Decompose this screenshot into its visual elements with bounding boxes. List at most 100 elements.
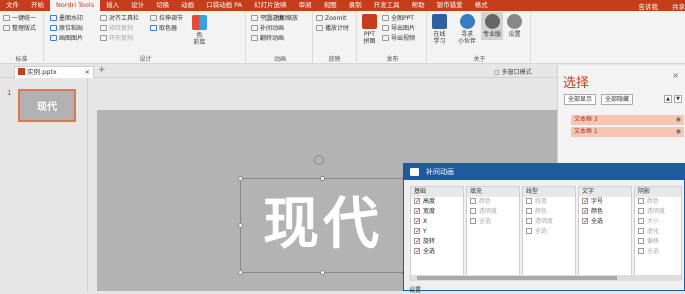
- option-checkbox[interactable]: 线宽: [523, 197, 575, 207]
- zoomit-button[interactable]: ZoomIt: [316, 15, 346, 23]
- color-picker-button[interactable]: 取色器: [150, 25, 177, 33]
- align-toolbar-button[interactable]: 对齐工具栏: [100, 15, 139, 23]
- checkbox-icon[interactable]: [638, 198, 644, 204]
- menu-tab[interactable]: 插入: [100, 0, 125, 11]
- checkbox-icon[interactable]: [414, 208, 420, 214]
- menu-tab[interactable]: 审阅: [293, 0, 318, 11]
- checkbox-icon[interactable]: [638, 208, 644, 214]
- checkbox-icon[interactable]: [638, 248, 644, 254]
- menu-tab[interactable]: 视图: [318, 0, 343, 11]
- option-checkbox[interactable]: 颜色: [523, 207, 575, 217]
- checkbox-label: X: [423, 218, 427, 225]
- object-item[interactable]: 文本框 3◉: [571, 115, 684, 125]
- partner-button[interactable]: 寻求 小伙伴: [458, 14, 476, 45]
- option-checkbox[interactable]: 全选: [635, 247, 681, 257]
- checkbox-icon[interactable]: [582, 218, 588, 224]
- checkbox-icon[interactable]: [526, 218, 532, 224]
- checkbox-icon[interactable]: [638, 238, 644, 244]
- pro-button[interactable]: 专业版: [481, 12, 503, 40]
- option-checkbox[interactable]: 大小: [635, 217, 681, 227]
- checkbox-icon[interactable]: [526, 228, 532, 234]
- menu-tab[interactable]: Nordri Tools: [50, 0, 100, 11]
- export-video-button[interactable]: 导出视频: [382, 35, 415, 43]
- menu-tab[interactable]: 开发工具: [368, 0, 406, 11]
- option-checkbox[interactable]: 颜色: [635, 197, 681, 207]
- menu-tab[interactable]: 录制: [343, 0, 368, 11]
- option-checkbox[interactable]: 颜色: [467, 197, 519, 207]
- checkbox-icon[interactable]: [470, 198, 476, 204]
- matrix-copy-button[interactable]: 矩阵复制: [100, 25, 133, 33]
- checkbox-icon[interactable]: [638, 228, 644, 234]
- eye-icon[interactable]: ◉: [676, 127, 681, 137]
- option-checkbox[interactable]: 全选: [467, 217, 519, 227]
- paste-inplace-button[interactable]: 原位粘贴: [50, 25, 83, 33]
- dialog-titlebar[interactable]: 补间动画: [404, 164, 684, 180]
- image-button[interactable]: 画图图片: [50, 35, 83, 43]
- checkbox-icon[interactable]: [470, 218, 476, 224]
- ring-copy-button[interactable]: 环形复制: [100, 35, 133, 43]
- learn-button[interactable]: 在线 学习: [432, 14, 447, 45]
- option-checkbox[interactable]: 透明度: [467, 207, 519, 217]
- option-checkbox[interactable]: 透明度: [635, 207, 681, 217]
- checkbox-icon[interactable]: [526, 208, 532, 214]
- watermark-button[interactable]: 墨图水印: [50, 15, 83, 23]
- slide-title-text[interactable]: 现代: [243, 181, 403, 269]
- menu-tab[interactable]: 格式: [469, 0, 494, 11]
- unify-button[interactable]: 一键统一: [3, 15, 36, 23]
- checkbox-icon[interactable]: [582, 198, 588, 204]
- stretch-button[interactable]: 拉伸调节: [150, 15, 183, 23]
- object-item[interactable]: 文本框 1◉: [571, 127, 684, 137]
- checkbox-icon[interactable]: [414, 228, 420, 234]
- checkbox-icon[interactable]: [526, 198, 532, 204]
- option-checkbox[interactable]: 全选: [523, 227, 575, 237]
- option-checkbox[interactable]: 全选: [411, 247, 463, 257]
- checkbox-icon[interactable]: [638, 218, 644, 224]
- slide-thumbnail[interactable]: 现代: [18, 89, 76, 122]
- menu-tab[interactable]: 文件: [0, 0, 25, 11]
- fullimg-button[interactable]: 全图PPT: [382, 15, 414, 23]
- option-checkbox[interactable]: 透明度: [523, 217, 575, 227]
- export-image-button[interactable]: 导出图片: [382, 25, 415, 33]
- settings-button[interactable]: 设置: [507, 14, 522, 38]
- move-up-icon[interactable]: ▲: [664, 95, 672, 103]
- add-tab-button[interactable]: +: [98, 65, 106, 75]
- checkbox-icon[interactable]: [414, 198, 420, 204]
- checkbox-icon[interactable]: [414, 238, 420, 244]
- ppt-puzzle-button[interactable]: PPT 拼图: [362, 14, 377, 45]
- menu-tab[interactable]: 开始: [25, 0, 50, 11]
- close-icon[interactable]: ×: [672, 71, 679, 80]
- layout-button[interactable]: 整理版式: [3, 25, 36, 33]
- multi-window[interactable]: ▢ 多窗口模式: [494, 67, 532, 76]
- checkbox-icon[interactable]: [470, 208, 476, 214]
- share-button[interactable]: 共享: [672, 1, 685, 11]
- option-checkbox[interactable]: 全选: [579, 217, 631, 227]
- timer-button[interactable]: 播放计时: [316, 25, 349, 33]
- color-lib-button[interactable]: 色 彩库: [192, 15, 207, 46]
- horizontal-scrollbar[interactable]: [409, 275, 681, 281]
- scroll-thumb[interactable]: [417, 276, 617, 280]
- menu-tab[interactable]: 银币猎爱: [431, 0, 469, 11]
- menu-tab[interactable]: 动画: [175, 0, 200, 11]
- rotate-handle[interactable]: [314, 155, 324, 165]
- option-checkbox[interactable]: 虚化: [635, 227, 681, 237]
- show-all-button[interactable]: 全部显示: [564, 94, 596, 105]
- menu-tab[interactable]: 切换: [150, 0, 175, 11]
- tell-me[interactable]: 告诉我: [639, 1, 659, 11]
- resize-handle[interactable]: [320, 270, 325, 275]
- doc-tab[interactable]: 实例.pptx×: [14, 66, 94, 78]
- menu-tab[interactable]: 幻灯片放映: [248, 0, 293, 11]
- checkbox-icon[interactable]: [414, 248, 420, 254]
- option-checkbox[interactable]: 偏移: [635, 237, 681, 247]
- menu-tab[interactable]: 帮助: [406, 0, 431, 11]
- eye-icon[interactable]: ◉: [676, 115, 681, 125]
- time-scale-button[interactable]: 时间缩放: [265, 15, 298, 23]
- menu-tab[interactable]: 设计: [125, 0, 150, 11]
- hide-all-button[interactable]: 全部隐藏: [601, 94, 633, 105]
- close-icon[interactable]: ×: [85, 67, 90, 78]
- resize-handle[interactable]: [238, 270, 243, 275]
- checkbox-icon[interactable]: [414, 218, 420, 224]
- menu-tab[interactable]: 口袋动画 PA: [200, 0, 248, 11]
- checkbox-icon[interactable]: [582, 208, 588, 214]
- move-down-icon[interactable]: ▼: [674, 95, 682, 103]
- export-image-icon: [382, 25, 389, 31]
